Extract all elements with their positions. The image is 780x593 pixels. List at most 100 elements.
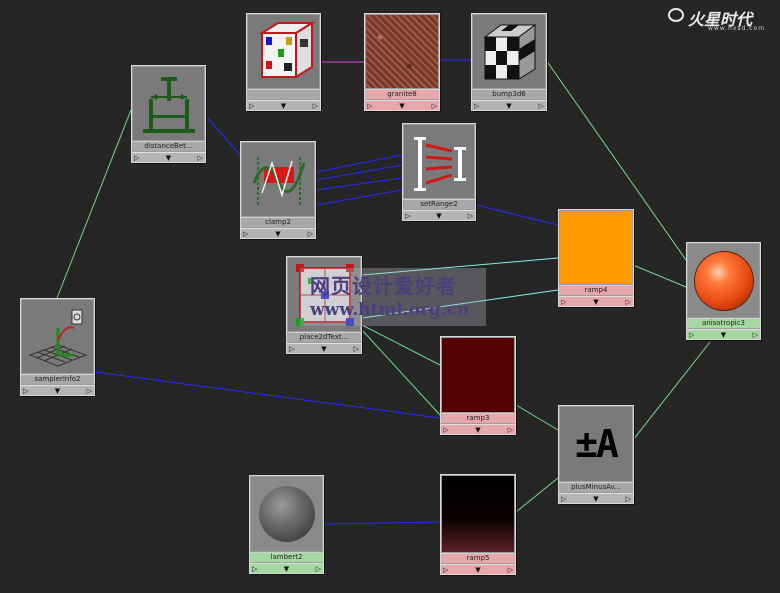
node-clamp2[interactable]: clamp2 ▷ ▼ ▷ (240, 141, 316, 239)
expand-arrow-icon[interactable]: ▼ (591, 495, 600, 503)
expand-arrow-icon[interactable]: ▼ (279, 102, 288, 110)
expand-arrow-icon[interactable]: ▼ (397, 102, 406, 110)
output-port-icon[interactable]: ▷ (196, 154, 205, 162)
wire (315, 164, 403, 181)
input-port-icon[interactable]: ▷ (287, 345, 296, 353)
node-setrange2[interactable]: setRange2 ▷ ▼ ▷ (402, 123, 476, 221)
ramp4-swatch (560, 211, 632, 284)
input-port-icon[interactable]: ▷ (441, 566, 450, 574)
node-ramp5[interactable]: ramp5 ▷ ▼ ▷ (440, 474, 516, 575)
input-port-icon[interactable]: ▷ (247, 102, 256, 110)
node-label: distanceBet... (132, 141, 205, 151)
node-ports: ▷ ▼ ▷ (559, 493, 633, 503)
wire (361, 329, 441, 416)
node-label: ramp3 (441, 413, 515, 423)
node-layered-texture[interactable]: ▷ ▼ ▷ (246, 13, 321, 111)
node-label: granite8 (365, 89, 439, 99)
node-lambert2[interactable]: lambert2 ▷ ▼ ▷ (249, 475, 324, 574)
node-ramp4[interactable]: ramp4 ▷ ▼ ▷ (558, 209, 634, 307)
output-port-icon[interactable]: ▷ (311, 102, 320, 110)
expand-arrow-icon[interactable]: ▼ (434, 212, 443, 220)
ramp5-swatch (442, 476, 514, 552)
node-ports: ▷ ▼ ▷ (132, 152, 205, 162)
logo-url: www.hxsd.com (708, 25, 766, 32)
output-port-icon[interactable]: ▷ (306, 230, 315, 238)
node-label: plusMinusAv... (559, 482, 633, 492)
bump-3d-icon (473, 15, 545, 88)
expand-arrow-icon[interactable]: ▼ (282, 565, 291, 573)
input-port-icon[interactable]: ▷ (559, 298, 568, 306)
input-port-icon[interactable]: ▷ (472, 102, 481, 110)
node-label: samplerInfo2 (21, 374, 94, 384)
output-port-icon[interactable]: ▷ (624, 298, 633, 306)
input-port-icon[interactable]: ▷ (403, 212, 412, 220)
node-ports: ▷ ▼ ▷ (441, 564, 515, 574)
wire (632, 264, 687, 288)
distance-between-icon (133, 67, 204, 140)
expand-arrow-icon[interactable]: ▼ (164, 154, 173, 162)
output-port-icon[interactable]: ▷ (506, 566, 515, 574)
node-plusminusaverage[interactable]: ±A plusMinusAv... ▷ ▼ ▷ (558, 405, 634, 504)
expand-arrow-icon[interactable]: ▼ (273, 230, 282, 238)
node-ports: ▷ ▼ ▷ (472, 100, 546, 110)
input-port-icon[interactable]: ▷ (241, 230, 250, 238)
node-bump3d6[interactable]: bump3d6 ▷ ▼ ▷ (471, 13, 547, 111)
node-label: ramp4 (559, 285, 633, 295)
wire (515, 477, 559, 513)
output-port-icon[interactable]: ▷ (537, 102, 546, 110)
output-port-icon[interactable]: ▷ (352, 345, 361, 353)
output-port-icon[interactable]: ▷ (85, 387, 94, 395)
clamp-icon (242, 143, 314, 216)
expand-arrow-icon[interactable]: ▼ (319, 345, 328, 353)
output-port-icon[interactable]: ▷ (624, 495, 633, 503)
output-port-icon[interactable]: ▷ (506, 426, 515, 434)
node-ports: ▷ ▼ ▷ (287, 343, 361, 353)
expand-arrow-icon[interactable]: ▼ (719, 331, 728, 339)
node-ports: ▷ ▼ ▷ (241, 228, 315, 238)
expand-arrow-icon[interactable]: ▼ (53, 387, 62, 395)
node-granite8[interactable]: granite8 ▷ ▼ ▷ (364, 13, 440, 111)
wire (632, 341, 711, 441)
node-anisotropic3[interactable]: anisotropic3 ▷ ▼ ▷ (686, 242, 761, 340)
expand-arrow-icon[interactable]: ▼ (473, 426, 482, 434)
node-ports: ▷ ▼ ▷ (403, 210, 475, 220)
node-label: anisotropic3 (687, 318, 760, 328)
watermark-line1: 网页设计爱好者 (310, 274, 457, 298)
plus-minus-symbol: ±A (575, 422, 619, 466)
wire (94, 371, 441, 419)
hxsd-logo: 火星时代 www.hxsd.com (668, 6, 778, 34)
logo-mark-icon (668, 8, 684, 22)
wire (361, 324, 441, 366)
node-samplerinfo2[interactable]: samplerInfo2 ▷ ▼ ▷ (20, 298, 95, 396)
wire (315, 177, 403, 191)
expand-arrow-icon[interactable]: ▼ (591, 298, 600, 306)
node-ports: ▷ ▼ ▷ (687, 329, 760, 339)
wire (475, 204, 559, 226)
node-ports: ▷ ▼ ▷ (365, 100, 439, 110)
node-ports: ▷ ▼ ▷ (250, 563, 323, 573)
output-port-icon[interactable]: ▷ (466, 212, 475, 220)
granite-swatch (366, 15, 438, 88)
layered-texture-icon (248, 15, 319, 88)
input-port-icon[interactable]: ▷ (687, 331, 696, 339)
wire (56, 109, 132, 299)
set-range-icon (404, 125, 474, 198)
output-port-icon[interactable]: ▷ (430, 102, 439, 110)
input-port-icon[interactable]: ▷ (21, 387, 30, 395)
input-port-icon[interactable]: ▷ (441, 426, 450, 434)
node-ramp3[interactable]: ramp3 ▷ ▼ ▷ (440, 336, 516, 435)
input-port-icon[interactable]: ▷ (559, 495, 568, 503)
input-port-icon[interactable]: ▷ (365, 102, 374, 110)
node-distancebetween[interactable]: distanceBet... ▷ ▼ ▷ (131, 65, 206, 163)
watermark-line2: www.html.org.cn (310, 300, 470, 320)
node-ports: ▷ ▼ ▷ (247, 100, 320, 110)
output-port-icon[interactable]: ▷ (751, 331, 760, 339)
expand-arrow-icon[interactable]: ▼ (504, 102, 513, 110)
expand-arrow-icon[interactable]: ▼ (473, 566, 482, 574)
node-label: lambert2 (250, 552, 323, 562)
input-port-icon[interactable]: ▷ (250, 565, 259, 573)
input-port-icon[interactable]: ▷ (132, 154, 141, 162)
node-label (247, 89, 320, 99)
node-label: setRange2 (403, 199, 475, 209)
output-port-icon[interactable]: ▷ (314, 565, 323, 573)
